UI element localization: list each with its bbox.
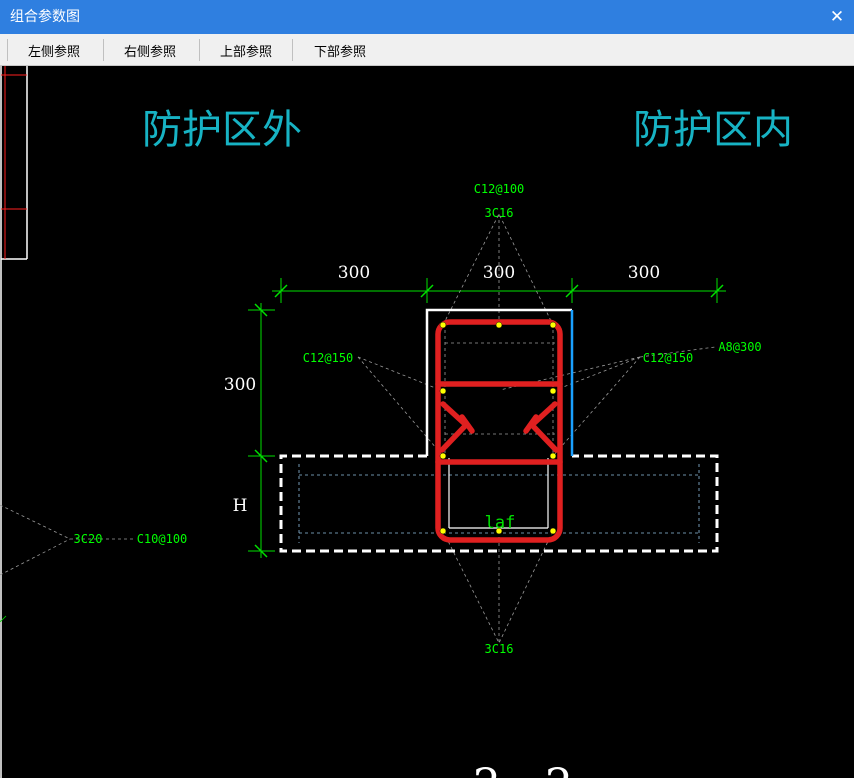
zone-outside-label: 防护区外 (142, 107, 302, 153)
dim-left-upper: 300 (224, 375, 256, 395)
label-top-bars: 3C16 (485, 206, 514, 220)
label-left-tie: C12@150 (303, 351, 354, 365)
label-top-stirrup: C12@100 (474, 182, 525, 196)
cad-drawing: 防护区外 防护区内 300 300 300 300 H C12@100 3C16… (0, 66, 793, 778)
label-slab-stirrup: C10@100 (137, 532, 188, 546)
left-reference-frame (0, 66, 28, 778)
toolbar-separator (292, 39, 293, 61)
left-reference-button[interactable]: 左侧参照 (12, 38, 96, 62)
label-right-extra: A8@300 (718, 340, 761, 354)
close-icon[interactable]: ✕ (820, 0, 854, 34)
stirrup-cage (435, 319, 563, 543)
label-anchorage: laf (485, 513, 516, 533)
dim-top-3: 300 (628, 263, 660, 283)
drawing-canvas[interactable]: 防护区外 防护区内 300 300 300 300 H C12@100 3C16… (0, 66, 854, 778)
toolbar-separator (103, 39, 104, 61)
dim-left-lower: H (233, 496, 248, 516)
window-title: 组合参数图 (10, 9, 80, 25)
left-dimension (248, 303, 275, 558)
right-reference-button[interactable]: 右侧参照 (108, 38, 192, 62)
title-bar: 组合参数图 ✕ (0, 0, 854, 34)
dim-top-1: 300 (338, 263, 370, 283)
label-slab-bars: 3C20 (74, 532, 103, 546)
zone-inside-label: 防护区内 (633, 107, 793, 153)
toolbar-separator (7, 39, 8, 61)
top-reference-button[interactable]: 上部参照 (204, 38, 288, 62)
section-label: 2—2 (473, 760, 573, 778)
toolbar: 左侧参照 右侧参照 上部参照 下部参照 (0, 34, 854, 66)
toolbar-separator (199, 39, 200, 61)
bottom-reference-button[interactable]: 下部参照 (298, 38, 382, 62)
label-right-tie: C12@150 (643, 351, 694, 365)
label-bottom-bars: 3C16 (485, 642, 514, 656)
slab-outline (279, 454, 719, 553)
